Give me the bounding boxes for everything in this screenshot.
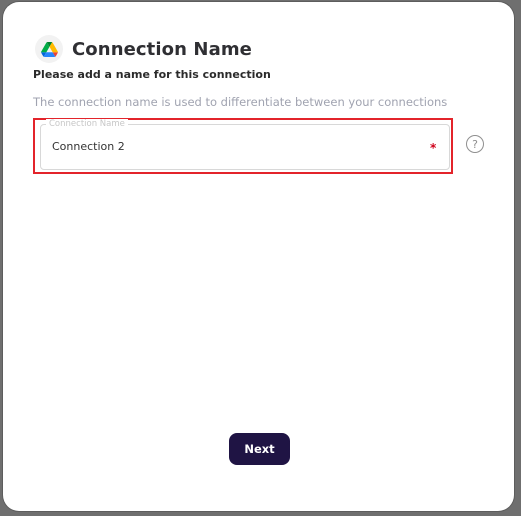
help-circle-icon[interactable]: ? bbox=[466, 135, 484, 153]
required-marker: * bbox=[430, 141, 437, 155]
dialog-header: Connection Name bbox=[35, 34, 252, 64]
google-drive-icon bbox=[35, 35, 63, 63]
help-glyph: ? bbox=[472, 137, 478, 151]
next-button[interactable]: Next bbox=[229, 433, 290, 465]
connection-name-input[interactable] bbox=[52, 140, 412, 153]
helper-text: The connection name is used to different… bbox=[33, 95, 448, 109]
dialog-subtitle: Please add a name for this connection bbox=[33, 68, 271, 81]
google-drive-logo bbox=[40, 41, 58, 57]
connection-name-label: Connection Name bbox=[46, 119, 128, 129]
dialog-title: Connection Name bbox=[72, 38, 252, 60]
